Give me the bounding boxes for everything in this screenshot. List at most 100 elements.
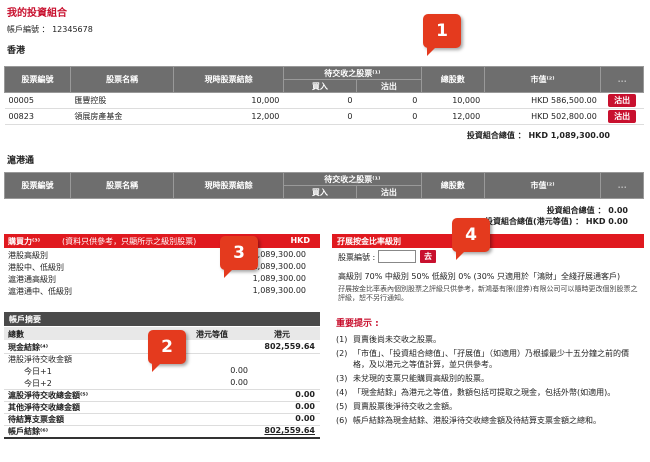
summary-eq: 0.00 <box>230 378 248 387</box>
account-number: 帳戶編號 ： 12345678 <box>7 25 93 34</box>
go-button[interactable]: 去 <box>420 250 436 263</box>
buying-power-value: 1,089,300.00 <box>252 250 306 259</box>
col-code: 股票編號 <box>4 66 71 93</box>
buying-power-label: 港股高級別 <box>8 251 48 260</box>
important-notes-list: (1) 買賣後尚未交收之股票。 (2) 「市值」、「投資組合總值」、「孖展值」（如適… <box>336 334 642 429</box>
account-summary-title: 帳戶摘要 <box>9 315 41 324</box>
buying-power-note: (資料只供參考，只顯所示之級別股票) <box>62 237 197 246</box>
col-settled: 現時股票結餘 <box>173 172 284 199</box>
risk-levels: 高級別 70% 中級別 50% 低級別 0% (30% 只適用於「鴻財」全綫孖展… <box>338 272 621 281</box>
cell-name: 領展房產基金 <box>74 112 123 121</box>
buying-power-label: 港股中、低級別 <box>8 263 64 272</box>
col-settled: 現時股票結餘 <box>173 66 284 93</box>
account-summary-header: 帳戶摘要 <box>4 312 320 326</box>
cell-settled: 12,000 <box>251 112 280 121</box>
col-action: ... <box>600 66 644 93</box>
buying-power-label: 滬港通中、低級別 <box>8 287 72 296</box>
buying-power-currency: HKD <box>290 236 310 245</box>
list-item: 待結算支票金額 0.00 <box>4 414 320 426</box>
note-text: 買賣股票後淨待交收之金額。 <box>353 402 457 411</box>
list-item: (6) 帳戶結餘為現金結餘、港股淨待交收總金額及待結算支票金額之總和。 <box>336 415 642 426</box>
hk-portfolio-total: 投資組合總值 ： HKD 1,089,300.00 <box>466 131 610 140</box>
col-name: 股票名稱 <box>69 66 175 93</box>
note-number: (3) <box>336 374 348 383</box>
buying-power-value: 1,089,300.00 <box>252 274 306 283</box>
summary-label: 滬股淨待交收總金額⁽⁵⁾ <box>8 391 89 400</box>
summary-label: 帳戶結餘⁽⁶⁾ <box>8 427 49 436</box>
cell-market: HKD 502,800.00 <box>531 112 597 121</box>
callout-badge-1: 1 <box>423 14 461 56</box>
sh-section-label: 滬港通 <box>7 156 35 166</box>
list-item: (5) 買賣股票後淨待交收之金額。 <box>336 401 642 412</box>
note-text: 買賣後尚未交收之股票。 <box>353 335 441 344</box>
risk-title: 孖展按金比率級別 <box>337 237 401 246</box>
col-hkd: 港元 <box>274 330 290 339</box>
buying-power-value: 1,089,300.00 <box>252 262 306 271</box>
cell-settled: 10,000 <box>251 96 280 105</box>
summary-hkd: 802,559.64 <box>264 342 315 351</box>
list-item: 港股中、低級別 1,089,300.00 <box>4 262 320 274</box>
table-row: 00005 匯豐控股 10,000 0 0 10,000 HKD 586,500… <box>4 93 644 109</box>
col-name: 股票名稱 <box>69 172 175 199</box>
summary-hkd: 802,559.64 <box>264 426 315 435</box>
col-market: 市值⁽²⁾ <box>483 66 602 93</box>
callout-badge-3: 3 <box>220 236 258 278</box>
cell-buy: 0 <box>347 96 353 105</box>
note-number: (2) <box>336 349 348 358</box>
callout-badge-4: 4 <box>452 218 490 260</box>
col-hkd-eq: 港元等值 <box>196 330 228 339</box>
buying-power-title: 購買力⁽³⁾ <box>8 237 41 246</box>
col-total: 總股數 <box>420 66 485 93</box>
col-pending: 待交收之股票⁽¹⁾ <box>282 66 422 80</box>
callout-badge-2: 2 <box>148 330 186 372</box>
summary-label: 其他淨待交收總金額 <box>8 403 80 412</box>
hk-holdings-table: 股票編號 股票名稱 現時股票結餘 待交收之股票⁽¹⁾ 總股數 市值⁽²⁾ ...… <box>4 66 644 125</box>
list-item: 今日+2 0.00 <box>4 378 320 390</box>
cell-code: 00005 <box>8 96 34 105</box>
summary-label: 待結算支票金額 <box>8 415 64 424</box>
list-item: (3) 未兌現的支票只能購買高級別的股票。 <box>336 373 642 384</box>
summary-label: 港股淨待交收金額 <box>8 355 72 364</box>
cell-sell: 0 <box>412 112 418 121</box>
list-item: (2) 「市值」、「投資組合總值」、「孖展值」（如適用）乃根據最少十五分鐘之前的價… <box>336 348 642 370</box>
buying-power-label: 滬港通高級別 <box>8 275 56 284</box>
risk-note: 孖展按金比率表內個別股票之評級只供參考，新鴻基有限(證券)有限公司可以隨時更改個… <box>338 285 638 302</box>
col-sell: 沽出 <box>355 79 422 93</box>
note-number: (5) <box>336 402 348 411</box>
note-text: 未兌現的支票只能購買高級別的股票。 <box>353 374 489 383</box>
list-item: 滬港通高級別 1,089,300.00 <box>4 274 320 286</box>
table-row: 00823 領展房產基金 12,000 0 0 12,000 HKD 502,8… <box>4 109 644 125</box>
note-number: (1) <box>336 335 348 344</box>
cell-total: 12,000 <box>452 112 481 121</box>
summary-eq: 0.00 <box>230 366 248 375</box>
buying-power-header: 購買力⁽³⁾ (資料只供參考，只顯所示之級別股票) HKD <box>4 234 320 248</box>
summary-label: 現金結餘⁽⁴⁾ <box>8 343 49 352</box>
col-sell: 沽出 <box>355 185 422 199</box>
col-action: ... <box>600 172 644 199</box>
list-item: 滬股淨待交收總金額⁽⁵⁾ 0.00 <box>4 390 320 402</box>
summary-label: 今日+1 <box>24 367 52 376</box>
sell-button[interactable]: 沽出 <box>608 94 637 107</box>
col-buy: 買入 <box>282 79 357 93</box>
stock-code-input[interactable] <box>378 250 416 263</box>
cell-buy: 0 <box>347 112 353 121</box>
note-text: 「現金結餘」為港元之等值，數額包括可提取之現金，包括外幣(如適用)。 <box>353 388 616 397</box>
col-total: 總股數 <box>420 172 485 199</box>
summary-hkd: 0.00 <box>295 390 315 399</box>
col-pending: 待交收之股票⁽¹⁾ <box>282 172 422 186</box>
col-market: 市值⁽²⁾ <box>483 172 602 199</box>
important-title: 重要提示 : <box>336 319 379 329</box>
list-item: (1) 買賣後尚未交收之股票。 <box>336 334 642 345</box>
col-code: 股票編號 <box>4 172 71 199</box>
note-text: 「市值」、「投資組合總值」、「孖展值」（如適用）乃根據最少十五分鐘之前的價格，及… <box>353 349 629 369</box>
summary-label: 今日+2 <box>24 379 52 388</box>
col-buy: 買入 <box>282 185 357 199</box>
buying-power-list: 港股高級別 1,089,300.00 港股中、低級別 1,089,300.00 … <box>4 250 320 298</box>
note-number: (6) <box>336 416 348 425</box>
list-item: 滬港通中、低級別 1,089,300.00 <box>4 286 320 298</box>
hk-section-label: 香港 <box>7 46 26 56</box>
list-item: 帳戶結餘⁽⁶⁾ 802,559.64 <box>4 426 320 439</box>
sell-button[interactable]: 沽出 <box>608 110 637 123</box>
buying-power-value: 1,089,300.00 <box>252 286 306 295</box>
cell-name: 匯豐控股 <box>74 96 107 105</box>
